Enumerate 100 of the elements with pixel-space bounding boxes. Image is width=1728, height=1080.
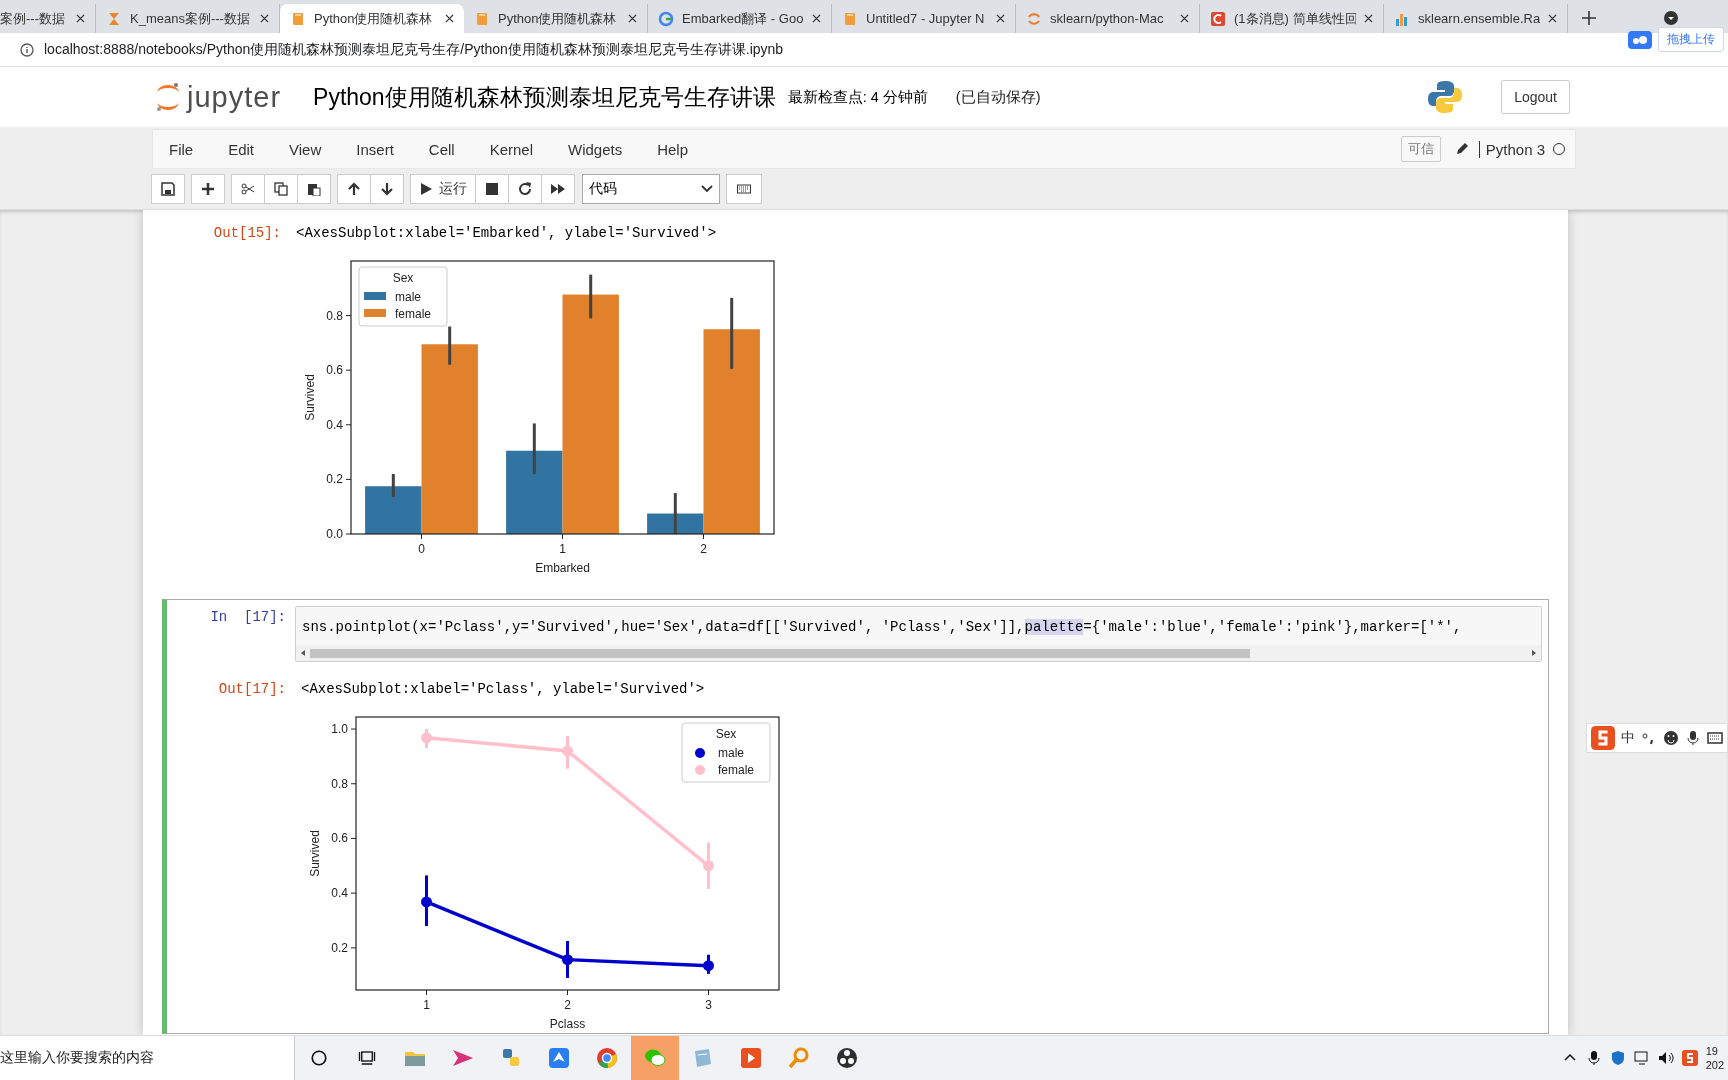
info-icon[interactable] xyxy=(20,42,34,57)
close-icon[interactable] xyxy=(996,14,1005,23)
cut-button[interactable] xyxy=(231,174,265,204)
save-button[interactable] xyxy=(151,174,185,204)
tick-label: 0.8 xyxy=(326,308,343,323)
menu-item[interactable]: Widgets xyxy=(568,140,638,158)
paste-button[interactable] xyxy=(297,174,331,204)
data-point xyxy=(421,732,432,744)
tick-label: 0.0 xyxy=(326,527,343,541)
trusted-badge[interactable]: 可信 xyxy=(1400,136,1441,162)
close-icon[interactable] xyxy=(1180,14,1189,23)
plus-icon xyxy=(201,182,215,196)
microphone-icon[interactable] xyxy=(1685,730,1701,746)
code-input[interactable]: sns.pointplot(x='Pclass',y='Survived',hue='Sex',data=df[['Survived', 'Pclass','Sex']],palette={'male':'blue','female':'pink'},marker=['*', xyxy=(295,606,1542,662)
s-logo-icon[interactable] xyxy=(1681,1050,1698,1066)
tab-title: Embarked翻译 - Goo xyxy=(682,9,804,28)
close-icon[interactable] xyxy=(260,14,269,23)
save-icon xyxy=(161,182,175,196)
clock-text[interactable]: 19 xyxy=(1705,1044,1724,1058)
menu-item[interactable]: Insert xyxy=(356,140,409,158)
tick-label: 2 xyxy=(564,998,571,1012)
c-letter-icon xyxy=(1210,10,1226,27)
tab-title: Python使用随机森林 xyxy=(498,9,618,28)
search-field[interactable]: 这里输入你要搜索的内容 xyxy=(0,1036,295,1080)
menu-item[interactable]: Edit xyxy=(228,140,270,158)
browser-tab[interactable]: Python使用随机森林 xyxy=(280,4,464,33)
tab-title: (1条消息) 简单线性回 xyxy=(1234,9,1356,28)
horizontal-scrollbar[interactable] xyxy=(296,645,1541,661)
play-icon xyxy=(419,182,433,196)
autosave-status: (已自动保存) xyxy=(955,87,1041,107)
close-icon[interactable] xyxy=(812,14,821,23)
tick-label: 0.4 xyxy=(326,417,343,432)
menu-item[interactable]: File xyxy=(169,140,209,158)
legend-title: Sex xyxy=(715,727,737,741)
chevron-down-icon xyxy=(701,185,713,193)
menu-item[interactable]: View xyxy=(289,140,337,158)
scroll-left-icon[interactable] xyxy=(300,650,306,656)
run-button[interactable]: 运行 xyxy=(410,174,476,204)
legend-label: male xyxy=(718,746,744,760)
speaker-icon[interactable] xyxy=(1657,1050,1674,1066)
smiley-icon[interactable] xyxy=(1663,730,1679,746)
notebook-title[interactable]: Python使用随机森林预测泰坦尼克号生存讲课 xyxy=(313,81,776,113)
pencil-icon[interactable] xyxy=(1454,142,1469,156)
data-point xyxy=(421,896,432,908)
upload-button[interactable]: 拖拽上传 xyxy=(1658,27,1724,52)
menu-item[interactable]: Kernel xyxy=(489,140,548,158)
run-all-button[interactable] xyxy=(541,174,575,204)
error-bar xyxy=(707,954,710,974)
close-icon[interactable] xyxy=(445,14,454,23)
close-icon[interactable] xyxy=(628,14,637,23)
task-view-icon[interactable] xyxy=(358,1049,376,1067)
move-down-button[interactable] xyxy=(370,174,404,204)
code-cell[interactable] xyxy=(162,599,1549,1034)
close-icon[interactable] xyxy=(1364,14,1373,23)
tick-label: 2 xyxy=(700,542,707,556)
close-icon[interactable] xyxy=(1548,14,1557,23)
stop-button[interactable] xyxy=(475,174,509,204)
error-bar xyxy=(673,493,677,534)
scroll-right-icon[interactable] xyxy=(1531,650,1537,656)
circle-icon[interactable] xyxy=(310,1049,328,1067)
code-line[interactable]: sns.pointplot(x='Pclass',y='Survived',hue='Sex',data=df[['Survived', 'Pclass','Sex']],palette={'male':'blue','female':'pink'},marker=['*', xyxy=(296,607,1541,645)
tick-label: 0.8 xyxy=(331,776,348,791)
input-mode[interactable]: 中 xyxy=(1621,729,1635,747)
logout-button[interactable]: Logout xyxy=(1501,80,1570,114)
kernel-name[interactable]: Python 3 xyxy=(1478,140,1545,158)
clock-text[interactable]: 202 xyxy=(1705,1058,1724,1072)
network-icon[interactable] xyxy=(1633,1050,1650,1066)
restart-button[interactable] xyxy=(508,174,542,204)
input-prompt: In [17]: xyxy=(209,608,287,627)
app-icon xyxy=(547,1046,571,1070)
tick-label: 0 xyxy=(418,542,425,556)
output-prompt: Out[15]: xyxy=(212,224,282,243)
plus-icon[interactable] xyxy=(1582,11,1596,25)
address-url[interactable]: localhost:8888/notebooks/Python使用随机森林预测泰坦尼克号生存/Python使用随机森林预测泰坦尼克号生存讲课.ipynb xyxy=(44,40,784,59)
menu-item[interactable]: Cell xyxy=(428,140,470,158)
error-bar xyxy=(707,842,710,890)
legend-label: male xyxy=(395,290,421,304)
jupyter-logo-icon xyxy=(155,81,181,113)
close-icon[interactable] xyxy=(76,14,85,23)
clipboard-icon xyxy=(307,182,321,196)
add-cell-button[interactable] xyxy=(191,174,225,204)
tab-title: sklearn/python-Mac xyxy=(1050,11,1165,26)
move-up-button[interactable] xyxy=(337,174,371,204)
microphone-icon[interactable] xyxy=(1585,1050,1602,1066)
s-logo-icon xyxy=(1591,726,1615,750)
arrow-up-icon xyxy=(347,182,361,196)
error-bar xyxy=(589,274,593,319)
output-prompt: Out[17]: xyxy=(217,680,287,699)
tab-title: Python使用随机森林 xyxy=(314,9,434,28)
menu-item[interactable]: Help xyxy=(657,140,704,158)
keyboard-icon[interactable] xyxy=(1707,730,1723,746)
keyboard-button[interactable] xyxy=(726,174,762,204)
copy-button[interactable] xyxy=(264,174,298,204)
app-icon xyxy=(835,1046,859,1070)
tick-label: 0.4 xyxy=(331,886,348,901)
arrow-down-icon xyxy=(380,182,394,196)
shield-icon[interactable] xyxy=(1609,1050,1626,1066)
cell-type-dropdown[interactable]: 代码 xyxy=(582,174,720,204)
g-letter-icon xyxy=(658,10,674,27)
dropdown-icon[interactable] xyxy=(1664,11,1678,25)
